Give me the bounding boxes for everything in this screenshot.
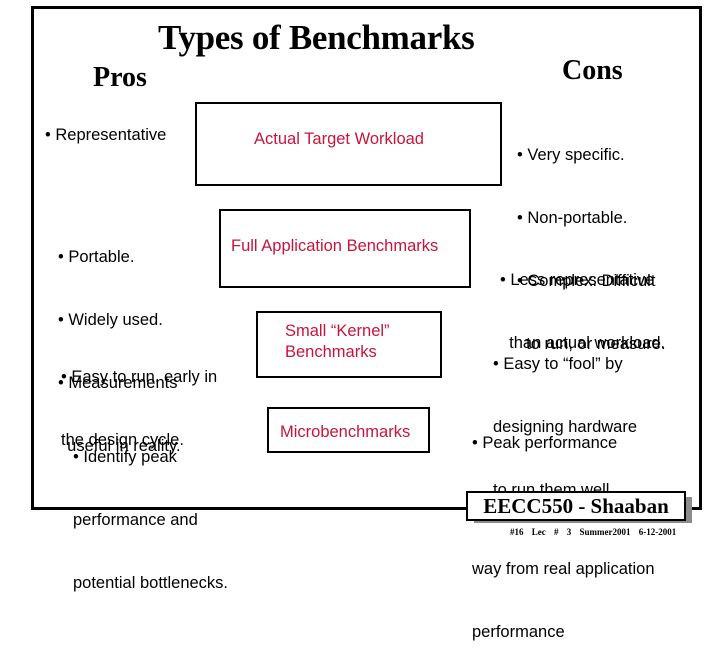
- pros-line: performance and: [73, 511, 198, 529]
- cons-line: • Non-portable.: [517, 209, 628, 227]
- pros-line: • Identify peak: [73, 448, 177, 466]
- cons-line: performance: [472, 623, 565, 641]
- cons-heading: Cons: [562, 55, 623, 86]
- benchmark-box-full-application: Full Application Benchmarks: [219, 209, 471, 288]
- benchmark-label: Microbenchmarks: [280, 423, 411, 441]
- lecture-number: Lec # 3: [531, 527, 572, 537]
- pros-line: potential bottlenecks.: [73, 574, 229, 592]
- pros-heading: Pros: [93, 62, 147, 93]
- benchmark-label: Small “Kernel” Benchmarks: [285, 321, 390, 363]
- benchmark-box-actual-workload: Actual Target Workload: [195, 102, 502, 186]
- benchmark-label-line: Benchmarks: [285, 343, 377, 361]
- date: 6-12-2001: [638, 527, 677, 537]
- course-badge: EECC550 - Shaaban: [466, 491, 692, 523]
- cons-line: • Easy to “fool” by: [493, 355, 623, 373]
- slide-number: #16: [510, 527, 524, 537]
- benchmark-label: Actual Target Workload: [254, 130, 424, 148]
- pros-line: • Representative: [45, 126, 167, 144]
- benchmark-label: Full Application Benchmarks: [231, 237, 439, 255]
- cons-line: • Very specific.: [517, 146, 625, 164]
- pros-actual-workload: • Representative: [45, 125, 166, 146]
- footer-info: #16 Lec # 3 Summer2001 6-12-2001: [510, 527, 676, 537]
- term: Summer2001: [579, 527, 631, 537]
- cons-line: • Less representative: [500, 271, 655, 289]
- benchmark-label-line: Small “Kernel”: [285, 322, 390, 340]
- pros-line: • Easy to run, early in: [61, 368, 218, 386]
- badge-label: EECC550 - Shaaban: [466, 491, 686, 521]
- pros-microbenchmarks: • Identify peak performance and potentia…: [73, 405, 228, 615]
- benchmark-box-kernel: Small “Kernel” Benchmarks: [256, 311, 442, 378]
- cons-line: way from real application: [472, 560, 655, 578]
- benchmark-box-microbenchmarks: Microbenchmarks: [267, 407, 430, 453]
- slide-title: Types of Benchmarks: [158, 18, 475, 57]
- pros-line: • Portable.: [58, 248, 135, 266]
- cons-line: • Peak performance: [472, 434, 618, 452]
